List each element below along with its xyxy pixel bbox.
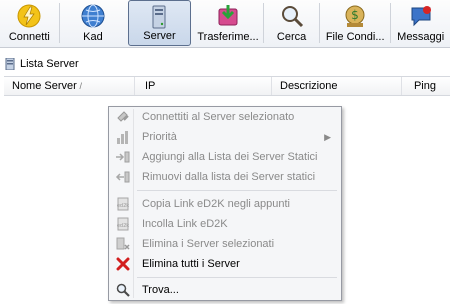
context-menu: Connettiti al Server selezionato Priorit… [108, 106, 342, 301]
kad-label: Kad [83, 31, 103, 43]
main-toolbar: Connetti Kad Server Trasferime... Cerca … [0, 0, 450, 48]
server-list-title: Lista Server [0, 56, 450, 72]
sort-indicator-icon: / [79, 81, 82, 91]
column-header-ping[interactable]: Ping [402, 77, 450, 95]
menu-separator [137, 190, 337, 191]
svg-text:ed2k: ed2k [117, 203, 129, 209]
kad-button[interactable]: Kad [60, 0, 127, 46]
messages-label: Messaggi [397, 31, 445, 43]
submenu-arrow-icon: ▶ [324, 131, 331, 142]
server-list-label: Lista Server [20, 58, 79, 70]
svg-text:ed2k: ed2k [117, 223, 129, 229]
add-static-icon [116, 151, 130, 163]
server-table-header: Nome Server / IP Descrizione Ping [4, 76, 450, 96]
server-icon [152, 5, 166, 29]
connect-server-icon [117, 111, 129, 122]
server-button[interactable]: Server [128, 0, 191, 46]
copy-link-icon: ed2k [117, 197, 129, 211]
connect-label: Connetti [8, 31, 50, 43]
svg-text:$: $ [351, 8, 359, 22]
remove-static-icon [115, 171, 130, 183]
server-list-icon [5, 58, 15, 70]
paste-link-icon: ed2k [117, 217, 129, 231]
server-label: Server [143, 30, 176, 42]
menu-item-paste-link[interactable]: ed2k Incolla Link eD2K [111, 214, 339, 234]
menu-item-add-static[interactable]: Aggiungi alla Lista dei Server Statici [111, 147, 339, 167]
menu-item-delete-selected[interactable]: Elimina i Server selezionati [111, 234, 339, 254]
priority-icon [117, 131, 128, 144]
transfer-button[interactable]: Trasferime... [193, 0, 263, 46]
delete-all-icon [116, 257, 130, 271]
search-label: Cerca [276, 31, 307, 43]
transfer-icon [218, 5, 238, 26]
find-icon [116, 283, 130, 297]
messages-button[interactable]: Messaggi [391, 0, 450, 46]
shared-files-button[interactable]: $ File Condi... [320, 0, 390, 46]
menu-item-remove-static[interactable]: Rimuovi dalla lista dei Server statici [111, 167, 339, 187]
globe-icon [81, 4, 105, 28]
menu-separator [137, 277, 337, 278]
connect-button[interactable]: Connetti [0, 0, 59, 46]
shared-files-label: File Condi... [325, 31, 385, 43]
column-header-description[interactable]: Descrizione [272, 77, 402, 95]
transfer-label: Trasferime... [197, 31, 259, 43]
column-header-name[interactable]: Nome Server / [4, 77, 135, 95]
search-icon [281, 6, 303, 28]
menu-item-delete-all[interactable]: Elimina tutti i Server [111, 254, 339, 274]
search-button[interactable]: Cerca [264, 0, 319, 46]
lightning-icon [17, 4, 41, 28]
column-header-ip[interactable]: IP [135, 77, 272, 95]
menu-item-priority[interactable]: Priorità ▶ [111, 127, 339, 147]
menu-item-find[interactable]: Trova... [111, 280, 339, 300]
messages-icon [411, 6, 431, 27]
delete-selected-icon [116, 237, 130, 250]
menu-item-connect-server[interactable]: Connettiti al Server selezionato [111, 107, 339, 127]
shared-files-icon: $ [345, 5, 365, 27]
menu-item-copy-link[interactable]: ed2k Copia Link eD2K negli appunti [111, 194, 339, 214]
